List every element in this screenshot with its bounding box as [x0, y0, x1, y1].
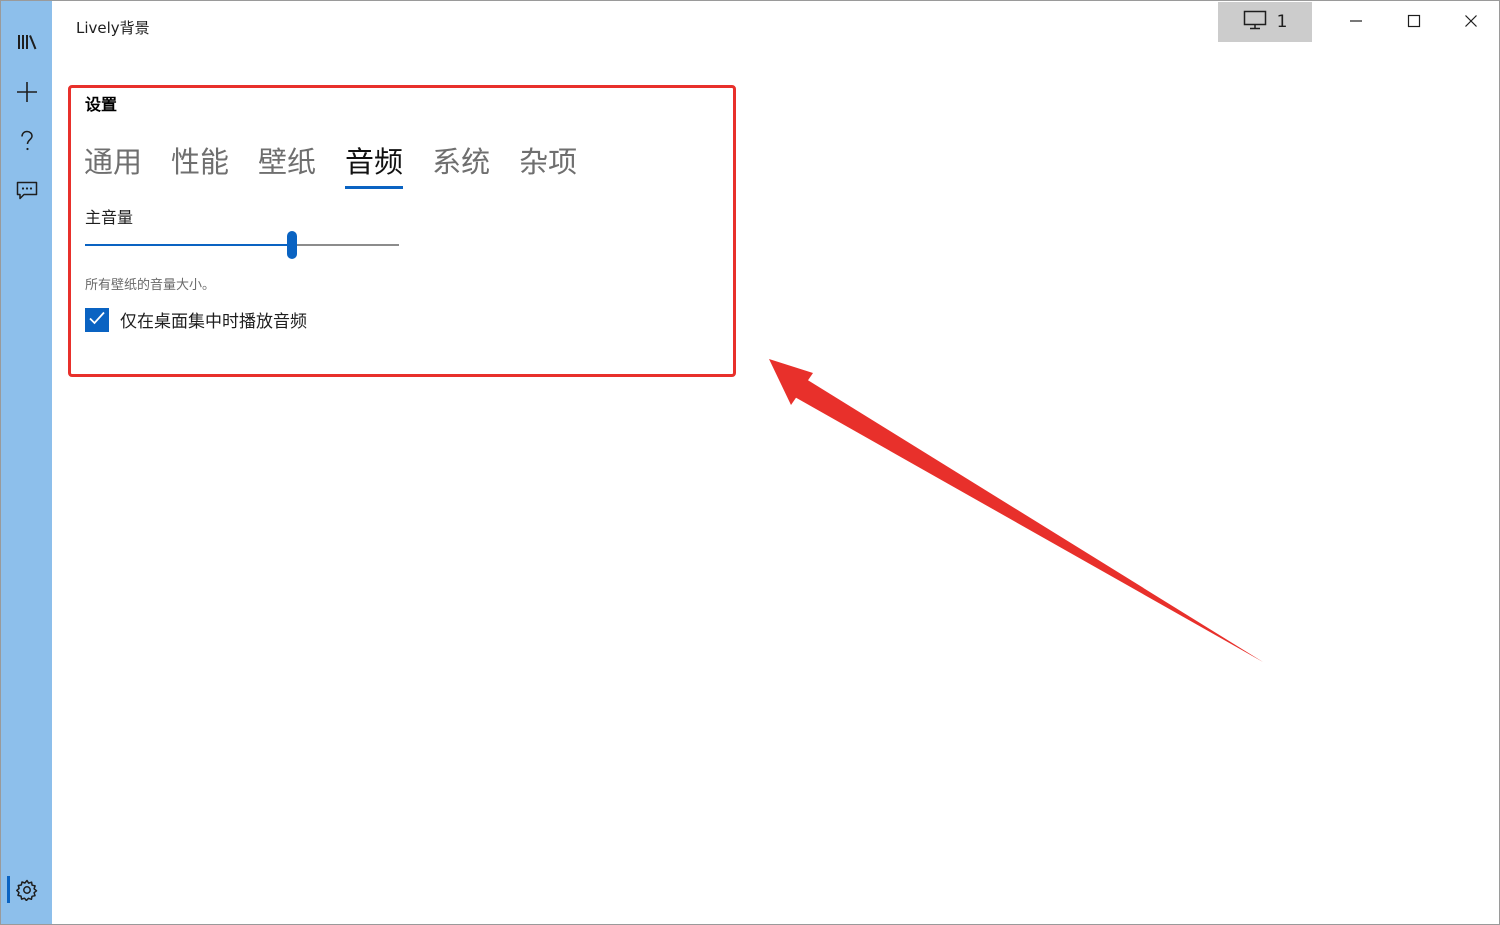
checkbox-label: 仅在桌面集中时播放音频 — [120, 312, 307, 332]
tab-performance[interactable]: 性能 — [171, 139, 229, 187]
settings-tabs: 通用 性能 壁纸 音频 系统 杂项 — [84, 139, 606, 189]
monitor-icon — [1243, 10, 1267, 35]
settings-button[interactable] — [1, 867, 52, 913]
minimize-icon — [1349, 13, 1363, 32]
close-button[interactable] — [1442, 2, 1500, 42]
gear-icon — [15, 879, 38, 901]
checkbox-box[interactable] — [85, 307, 109, 332]
tab-audio[interactable]: 音频 — [345, 139, 404, 189]
close-icon — [1464, 13, 1478, 32]
audio-focus-checkbox[interactable]: 仅在桌面集中时播放音频 — [85, 307, 307, 332]
feedback-icon — [16, 181, 38, 201]
slider-thumb[interactable] — [287, 231, 298, 259]
app-window: Lively背景 1 设置 通用 性能 壁纸 音频 系统 杂项 主音量 所有壁纸… — [0, 0, 1500, 925]
slider-fill — [85, 244, 293, 246]
library-button[interactable] — [1, 19, 52, 65]
navigation-sidebar — [1, 1, 52, 924]
minimize-button[interactable] — [1327, 2, 1385, 42]
help-icon — [19, 130, 35, 152]
app-title: Lively背景 — [76, 19, 150, 37]
master-volume-slider[interactable] — [85, 231, 399, 261]
tab-general[interactable]: 通用 — [84, 139, 142, 187]
tab-misc[interactable]: 杂项 — [519, 139, 577, 187]
master-volume-description: 所有壁纸的音量大小。 — [85, 278, 216, 293]
monitor-select-button[interactable]: 1 — [1218, 2, 1312, 42]
checkmark-icon — [88, 310, 106, 330]
maximize-icon — [1407, 13, 1421, 32]
settings-title: 设置 — [85, 95, 118, 114]
master-volume-label: 主音量 — [85, 208, 134, 227]
help-button[interactable] — [1, 118, 52, 164]
tab-wallpaper[interactable]: 壁纸 — [258, 139, 316, 187]
tab-system[interactable]: 系统 — [432, 139, 490, 187]
feedback-button[interactable] — [1, 168, 52, 214]
add-icon — [16, 81, 38, 103]
add-wallpaper-button[interactable] — [1, 69, 52, 115]
library-icon — [16, 33, 38, 51]
monitor-count: 1 — [1276, 12, 1288, 32]
maximize-button[interactable] — [1385, 2, 1443, 42]
